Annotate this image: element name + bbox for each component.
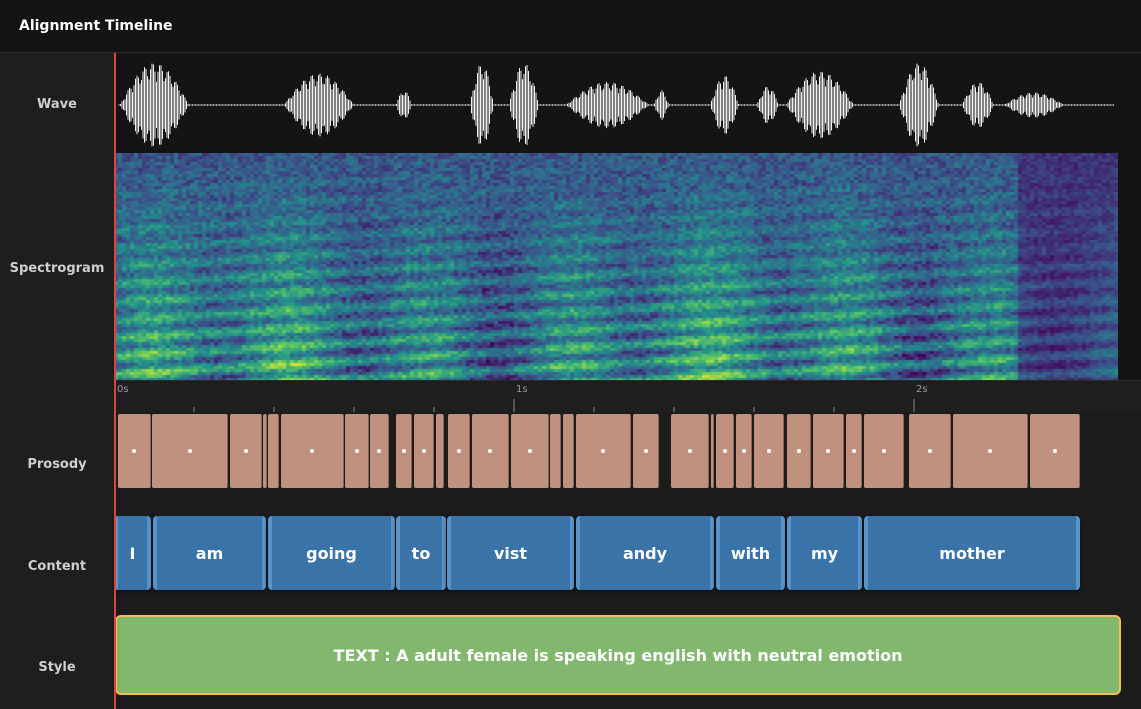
prosody-marker [456, 449, 461, 453]
prosody-marker [851, 449, 856, 453]
prosody-segment[interactable] [754, 414, 784, 488]
prosody-segment[interactable] [787, 414, 811, 488]
track-label-content: Content [27, 559, 87, 574]
prosody-marker [401, 449, 406, 453]
prosody-segment[interactable] [268, 414, 279, 488]
prosody-segment[interactable] [396, 414, 412, 488]
spectrogram-graphic [114, 153, 1118, 380]
prosody-segment[interactable] [511, 414, 549, 488]
prosody-segment[interactable] [370, 414, 389, 488]
prosody-segment[interactable] [813, 414, 844, 488]
word-block[interactable]: andy [576, 516, 714, 590]
prosody-segment[interactable] [345, 414, 369, 488]
prosody-marker [927, 449, 932, 453]
style-track[interactable]: TEXT : A adult female is speaking englis… [114, 615, 1141, 709]
prosody-segment[interactable] [909, 414, 951, 488]
prosody-segment[interactable] [152, 414, 228, 488]
prosody-marker [988, 449, 992, 453]
window-title: Alignment Timeline [19, 18, 173, 34]
track-labels-panel: Wave Spectrogram Prosody Content Style [0, 53, 114, 709]
prosody-segment[interactable] [671, 414, 709, 488]
word-block[interactable]: with [716, 516, 785, 590]
prosody-track[interactable] [114, 412, 1141, 515]
prosody-segment[interactable] [864, 414, 904, 488]
prosody-marker [132, 449, 136, 453]
alignment-timeline-app: Alignment Timeline Wave Spectrogram Pros… [0, 0, 1141, 709]
track-label-wave: Wave [37, 97, 77, 112]
prosody-marker [187, 449, 192, 453]
spectrogram-track[interactable] [114, 153, 1141, 380]
prosody-marker [488, 449, 492, 453]
prosody-segment[interactable] [414, 414, 434, 488]
prosody-segment[interactable] [550, 414, 561, 488]
prosody-marker [766, 449, 771, 453]
prosody-segment[interactable] [576, 414, 631, 488]
prosody-marker [421, 449, 426, 453]
time-ruler[interactable]: 0s 1s 2s [114, 380, 1141, 414]
word-block[interactable]: my [787, 516, 862, 590]
track-label-prosody: Prosody [27, 457, 87, 472]
prosody-segment[interactable] [736, 414, 752, 488]
prosody-marker [881, 449, 886, 453]
content-track[interactable]: I am going to vist andy with my mother [114, 514, 1141, 616]
prosody-segment[interactable] [118, 414, 151, 488]
word-block[interactable]: going [268, 516, 395, 590]
track-label-style: Style [38, 660, 76, 675]
prosody-segment[interactable] [448, 414, 470, 488]
word-block[interactable]: am [153, 516, 266, 590]
prosody-segment[interactable] [1030, 414, 1080, 488]
word-block[interactable]: I [114, 516, 151, 590]
word-block[interactable]: vist [447, 516, 574, 590]
playhead-cursor[interactable] [114, 53, 116, 709]
style-description-block[interactable]: TEXT : A adult female is speaking englis… [115, 615, 1121, 695]
timeline-area[interactable]: 0s 1s 2s I am going to vist andy with my… [114, 53, 1141, 709]
tick-label-0s: 0s [117, 384, 129, 395]
title-bar: Alignment Timeline [0, 0, 1141, 53]
prosody-marker [643, 449, 648, 453]
prosody-marker [687, 449, 692, 453]
prosody-marker [243, 449, 248, 453]
prosody-marker [310, 449, 314, 453]
waveform-track[interactable] [114, 53, 1141, 153]
word-block[interactable]: mother [864, 516, 1080, 590]
prosody-segment[interactable] [263, 414, 267, 488]
prosody-marker [826, 449, 830, 453]
track-label-spectrogram: Spectrogram [9, 261, 105, 276]
prosody-segment[interactable] [711, 414, 714, 488]
tick-label-2s: 2s [916, 384, 928, 395]
prosody-segment[interactable] [716, 414, 734, 488]
prosody-marker [377, 449, 381, 453]
ruler-ticks [114, 399, 915, 413]
prosody-segment[interactable] [846, 414, 862, 488]
waveform-graphic [118, 63, 1114, 147]
prosody-marker [741, 449, 746, 453]
prosody-marker [601, 449, 605, 453]
prosody-segment[interactable] [953, 414, 1028, 488]
prosody-segment[interactable] [281, 414, 344, 488]
prosody-marker [722, 449, 727, 453]
prosody-marker [354, 449, 359, 453]
prosody-segment[interactable] [472, 414, 509, 488]
prosody-marker [1052, 449, 1057, 453]
prosody-segment[interactable] [436, 414, 444, 488]
word-block[interactable]: to [396, 516, 446, 590]
prosody-segment[interactable] [230, 414, 262, 488]
prosody-segment[interactable] [563, 414, 574, 488]
prosody-marker [527, 449, 532, 453]
tick-label-1s: 1s [516, 384, 528, 395]
prosody-segment[interactable] [633, 414, 659, 488]
prosody-marker [796, 449, 801, 453]
